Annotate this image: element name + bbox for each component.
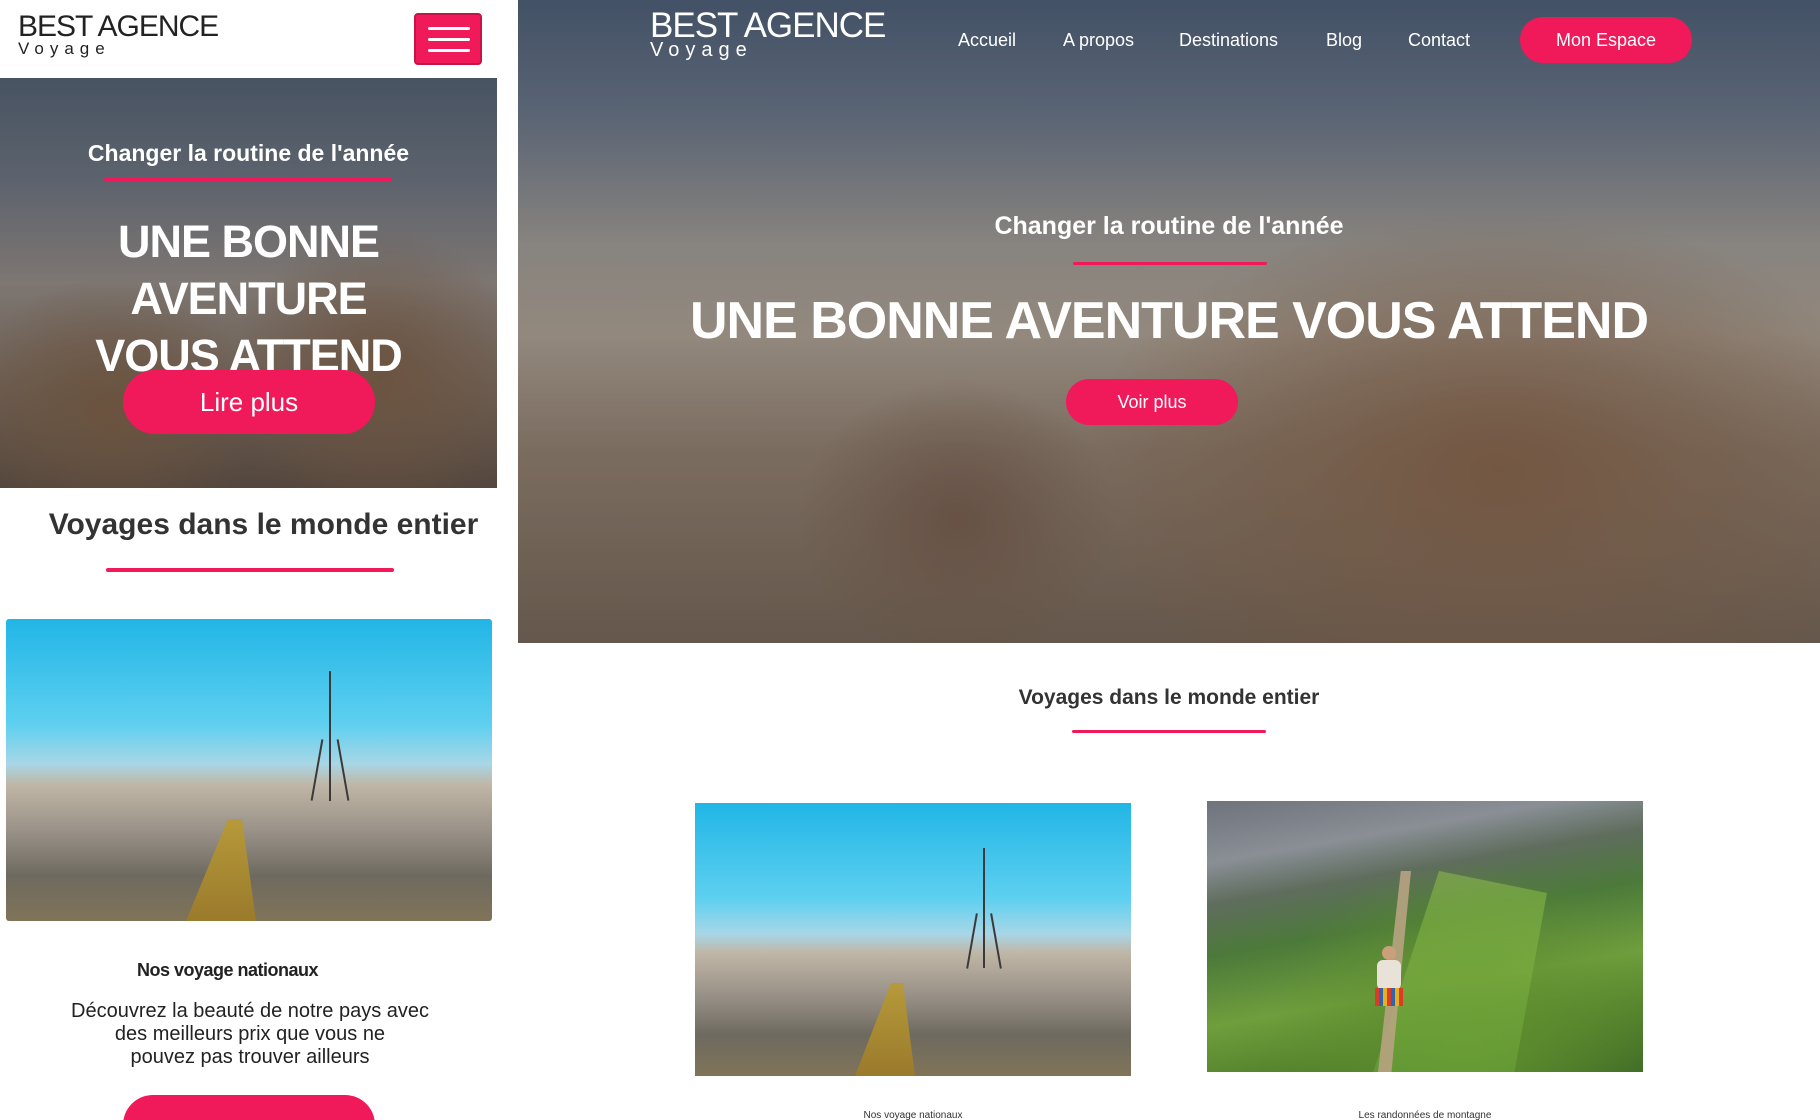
hero-title: UNE BONNE AVENTURE VOUS ATTEND [689, 292, 1649, 350]
card-title: Nos voyage nationaux [136, 960, 319, 980]
logo-line-1: BEST AGENCE [650, 6, 886, 45]
card-caption: Les randonnées de montagne [1358, 1110, 1492, 1120]
logo-line-1: BEST AGENCE [18, 10, 219, 43]
mobile-view: BEST AGENCE Voyage Changer la routine de… [0, 0, 518, 1120]
section-title-underline [1072, 730, 1266, 733]
paris-eiffel-tower-image[interactable] [6, 619, 492, 921]
my-space-button[interactable]: Mon Espace [1520, 17, 1692, 63]
desktop-hero-banner: BEST AGENCE Voyage Accueil A propos Dest… [518, 0, 1820, 643]
eiffel-tower-leg [990, 913, 1002, 969]
hamburger-menu-button[interactable] [414, 13, 482, 65]
eiffel-tower-leg [310, 739, 324, 801]
card-caption: Nos voyage nationaux [863, 1110, 963, 1120]
hamburger-icon-bar [428, 49, 470, 52]
mountain-hiking-image[interactable] [1207, 801, 1643, 1072]
tree-lined-avenue [186, 819, 256, 921]
card-button[interactable] [123, 1095, 375, 1120]
hero-subtitle-underline [1073, 262, 1267, 265]
hiker-figure [1372, 946, 1406, 1026]
see-more-button[interactable]: Voir plus [1066, 379, 1238, 425]
hiker-head [1382, 946, 1396, 960]
nav-contact[interactable]: Contact [1408, 30, 1470, 51]
mobile-hero-banner: Changer la routine de l'année UNE BONNE … [0, 78, 497, 488]
hero-title-line-1: UNE BONNE AVENTURE [117, 216, 380, 324]
eiffel-tower-leg [336, 739, 350, 801]
paris-eiffel-tower-image[interactable] [695, 803, 1131, 1076]
eiffel-tower-shape [983, 848, 985, 968]
section-title: Voyages dans le monde entier [1018, 686, 1320, 709]
hero-subtitle: Changer la routine de l'année [994, 212, 1344, 240]
hamburger-icon-bar [428, 38, 470, 41]
eiffel-tower-shape [329, 671, 331, 801]
eiffel-tower-leg [966, 913, 978, 969]
hero-title: UNE BONNE AVENTURE VOUS ATTEND [10, 213, 487, 384]
card-description-line: Découvrez la beauté de notre pays avec [71, 1000, 429, 1022]
desktop-logo[interactable]: BEST AGENCE Voyage [650, 6, 886, 60]
mobile-logo[interactable]: BEST AGENCE Voyage [18, 10, 219, 58]
card-description: Découvrez la beauté de notre pays avec d… [60, 1000, 440, 1069]
hero-subtitle-underline [104, 178, 392, 182]
section-title: Voyages dans le monde entier [48, 508, 479, 541]
mobile-header: BEST AGENCE Voyage [0, 0, 497, 78]
section-title-underline [106, 568, 394, 572]
nav-accueil[interactable]: Accueil [958, 30, 1016, 51]
nav-blog[interactable]: Blog [1326, 30, 1362, 51]
desktop-view: BEST AGENCE Voyage Accueil A propos Dest… [518, 0, 1820, 1120]
card-description-line: des meilleurs prix que vous ne [114, 1023, 386, 1045]
read-more-button[interactable]: Lire plus [123, 370, 375, 434]
hiker-body [1377, 960, 1401, 990]
card-description-line: pouvez pas trouver ailleurs [130, 1046, 370, 1068]
hamburger-icon [428, 27, 470, 30]
nav-destinations[interactable]: Destinations [1179, 30, 1278, 51]
tree-lined-avenue [855, 983, 915, 1076]
nav-a-propos[interactable]: A propos [1063, 30, 1134, 51]
hero-subtitle: Changer la routine de l'année [87, 140, 410, 166]
hiker-skirt [1375, 988, 1403, 1006]
